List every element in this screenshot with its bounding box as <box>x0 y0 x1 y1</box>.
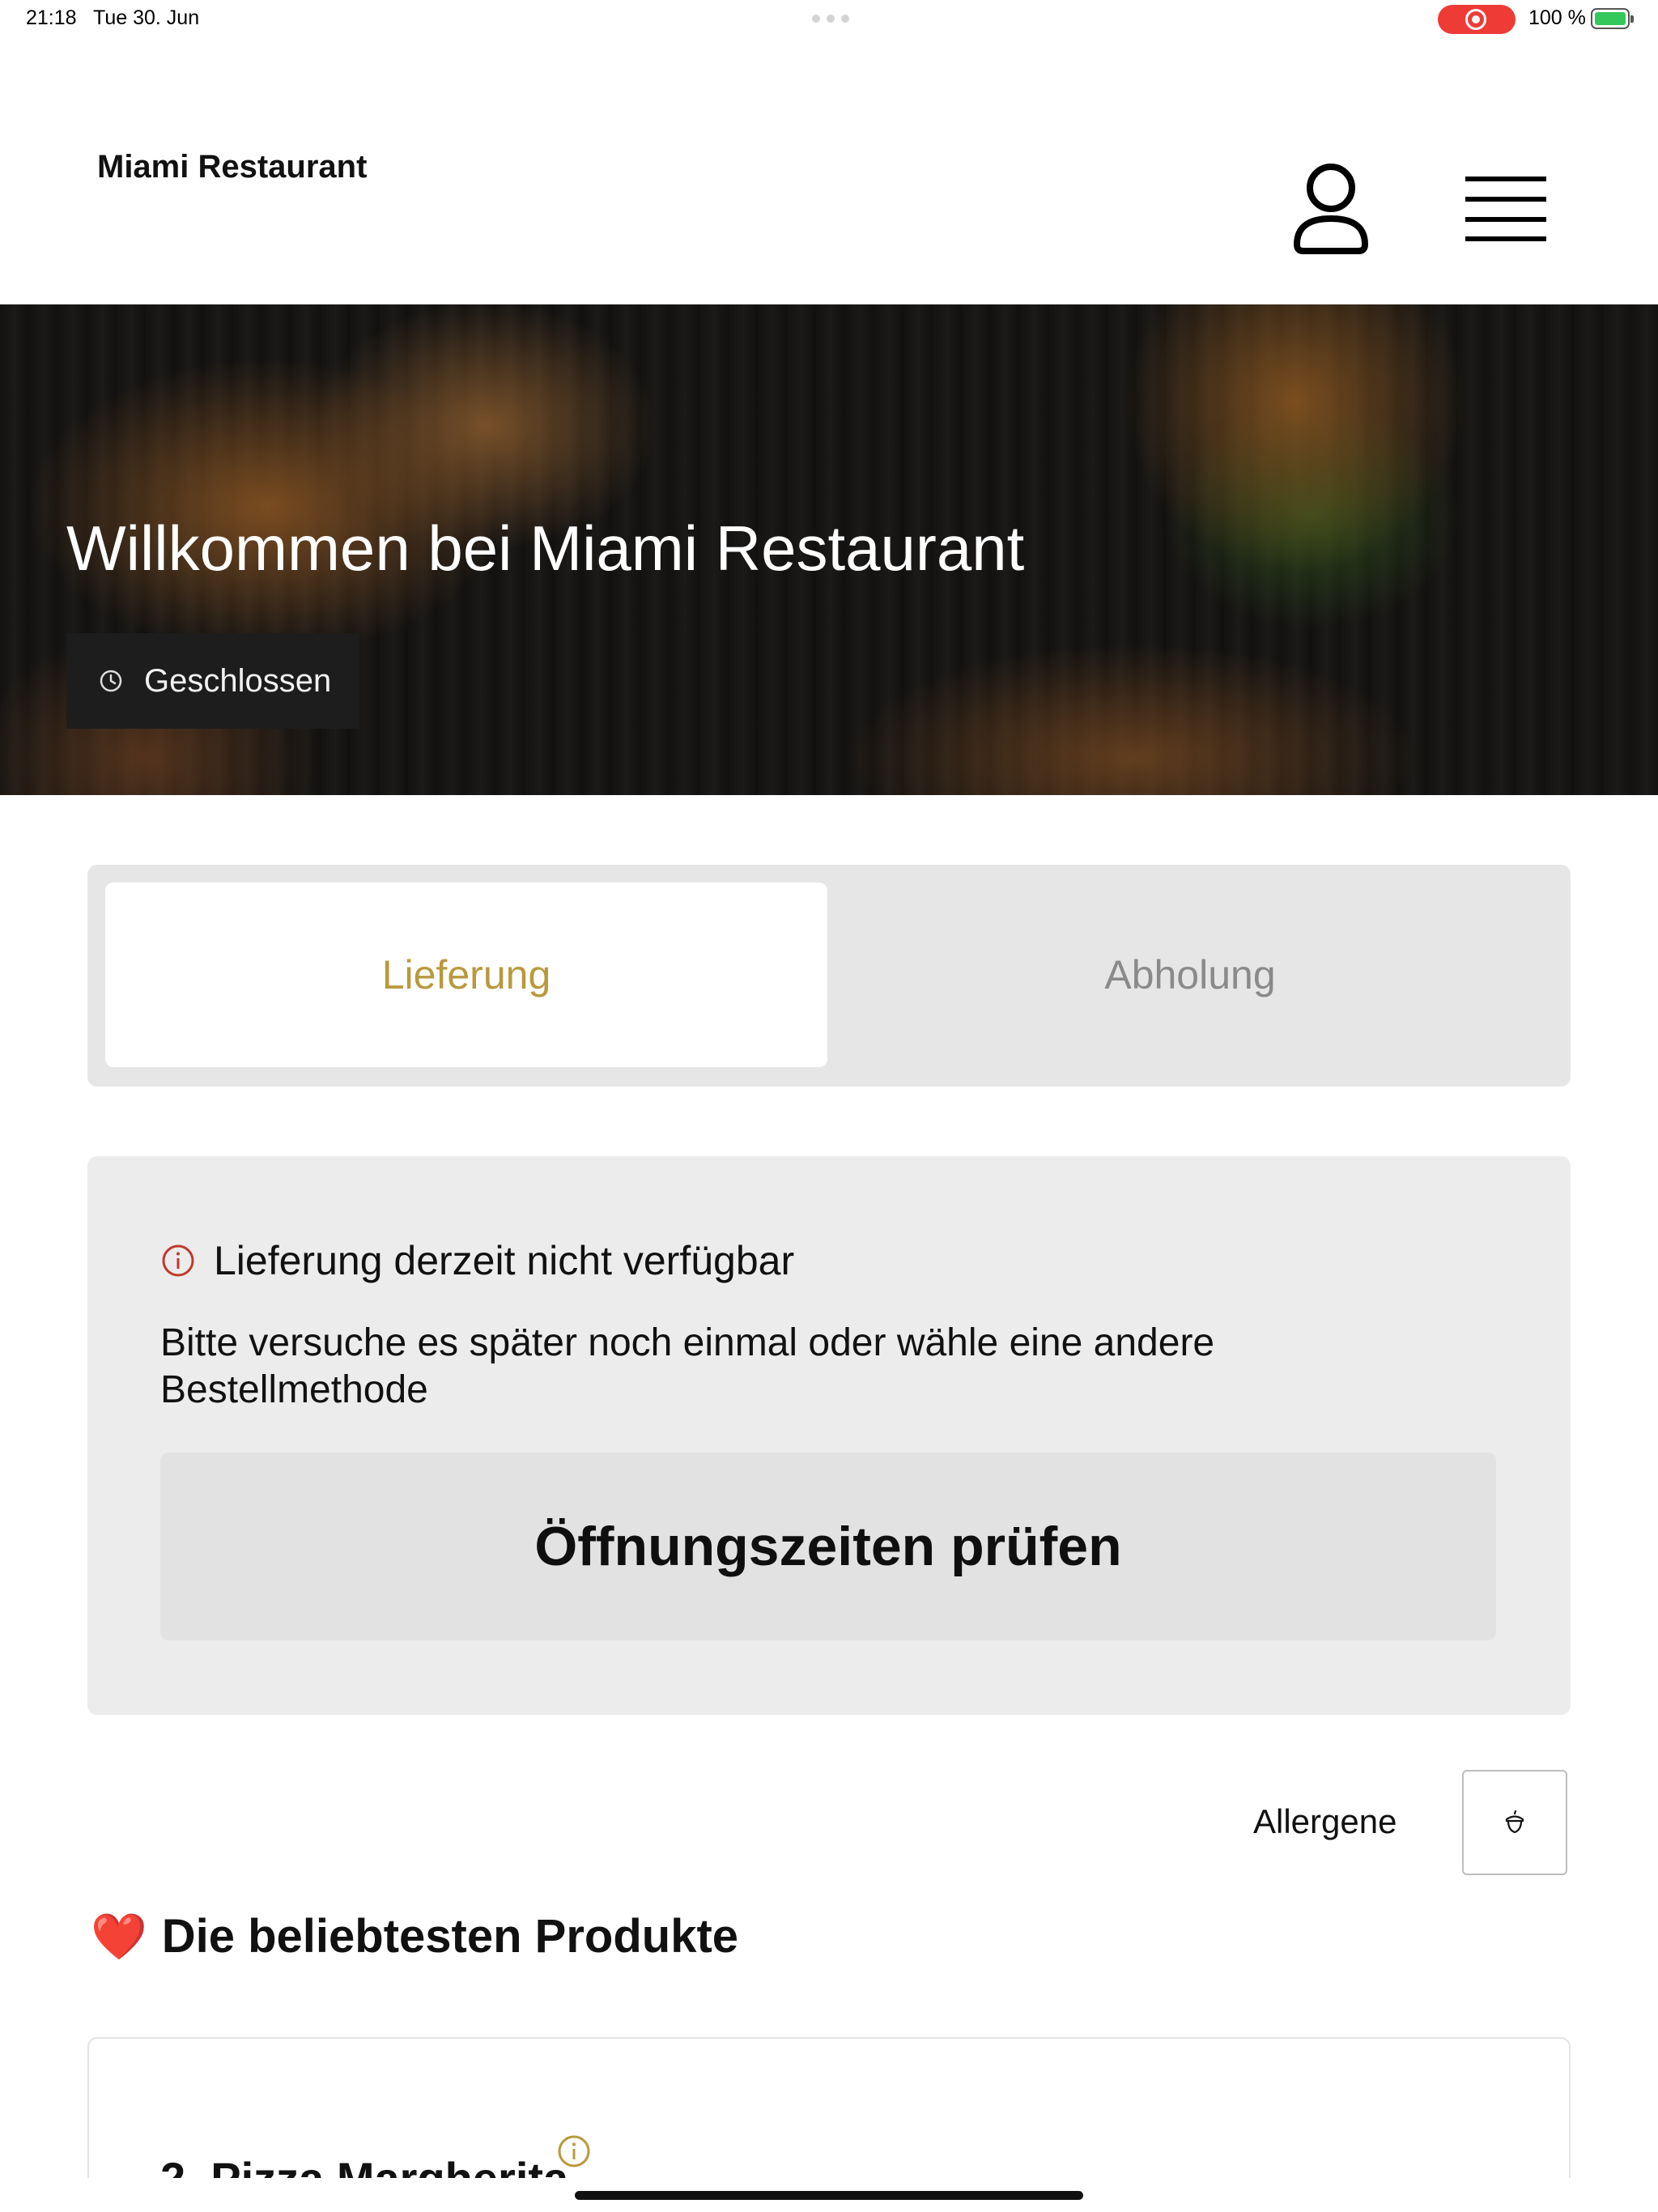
acorn-icon <box>1505 1810 1524 1834</box>
tab-pickup[interactable]: Abholung <box>829 883 1551 1067</box>
notice-title: Lieferung derzeit nicht verfügbar <box>214 1238 795 1283</box>
product-info-icon[interactable] <box>557 2134 591 2168</box>
order-method-switch: Lieferung Abholung <box>87 865 1571 1087</box>
multitasking-dots[interactable] <box>812 15 849 23</box>
user-icon[interactable] <box>1292 160 1370 257</box>
hero-title: Willkommen bei Miami Restaurant <box>66 513 1025 584</box>
opening-status-text: Geschlossen <box>144 662 332 699</box>
battery-percentage: 100 % <box>1528 6 1586 29</box>
allergene-label: Allergene <box>1253 1802 1397 1840</box>
check-opening-hours-button[interactable]: Öffnungszeiten prüfen <box>160 1453 1496 1640</box>
opening-status-badge[interactable]: Geschlossen <box>66 633 359 729</box>
status-bar: 21:18 Tue 30. Jun 100 % <box>0 0 1658 39</box>
info-icon <box>162 1244 194 1277</box>
app-screen: 21:18 Tue 30. Jun 100 % Miami Restaurant… <box>0 0 1658 2212</box>
hero-banner: Willkommen bei Miami Restaurant Geschlos… <box>0 304 1658 795</box>
home-indicator[interactable] <box>575 2191 1083 2200</box>
menu-icon[interactable] <box>1465 175 1546 243</box>
status-time: 21:18 <box>26 6 77 29</box>
allergene-filter-button[interactable] <box>1462 1770 1567 1875</box>
notice-title-row: Lieferung derzeit nicht verfügbar <box>160 1237 794 1284</box>
popular-products-title: Die beliebtesten Produkte <box>161 1910 739 1963</box>
delivery-unavailable-notice: Lieferung derzeit nicht verfügbar Bitte … <box>87 1156 1571 1715</box>
battery-icon <box>1591 8 1634 29</box>
screen-recording-icon[interactable] <box>1438 5 1516 34</box>
popular-products-heading: ❤️ Die beliebtesten Produkte <box>91 1909 738 1963</box>
tab-delivery[interactable]: Lieferung <box>105 883 827 1067</box>
site-header: Miami Restaurant <box>0 39 1658 304</box>
heart-emoji: ❤️ <box>91 1910 147 1962</box>
notice-text: Bitte versuche es später noch einmal ode… <box>160 1321 1215 1411</box>
status-date: Tue 30. Jun <box>93 6 200 29</box>
clock-icon <box>100 670 122 692</box>
brand-name[interactable]: Miami Restaurant <box>97 149 367 185</box>
